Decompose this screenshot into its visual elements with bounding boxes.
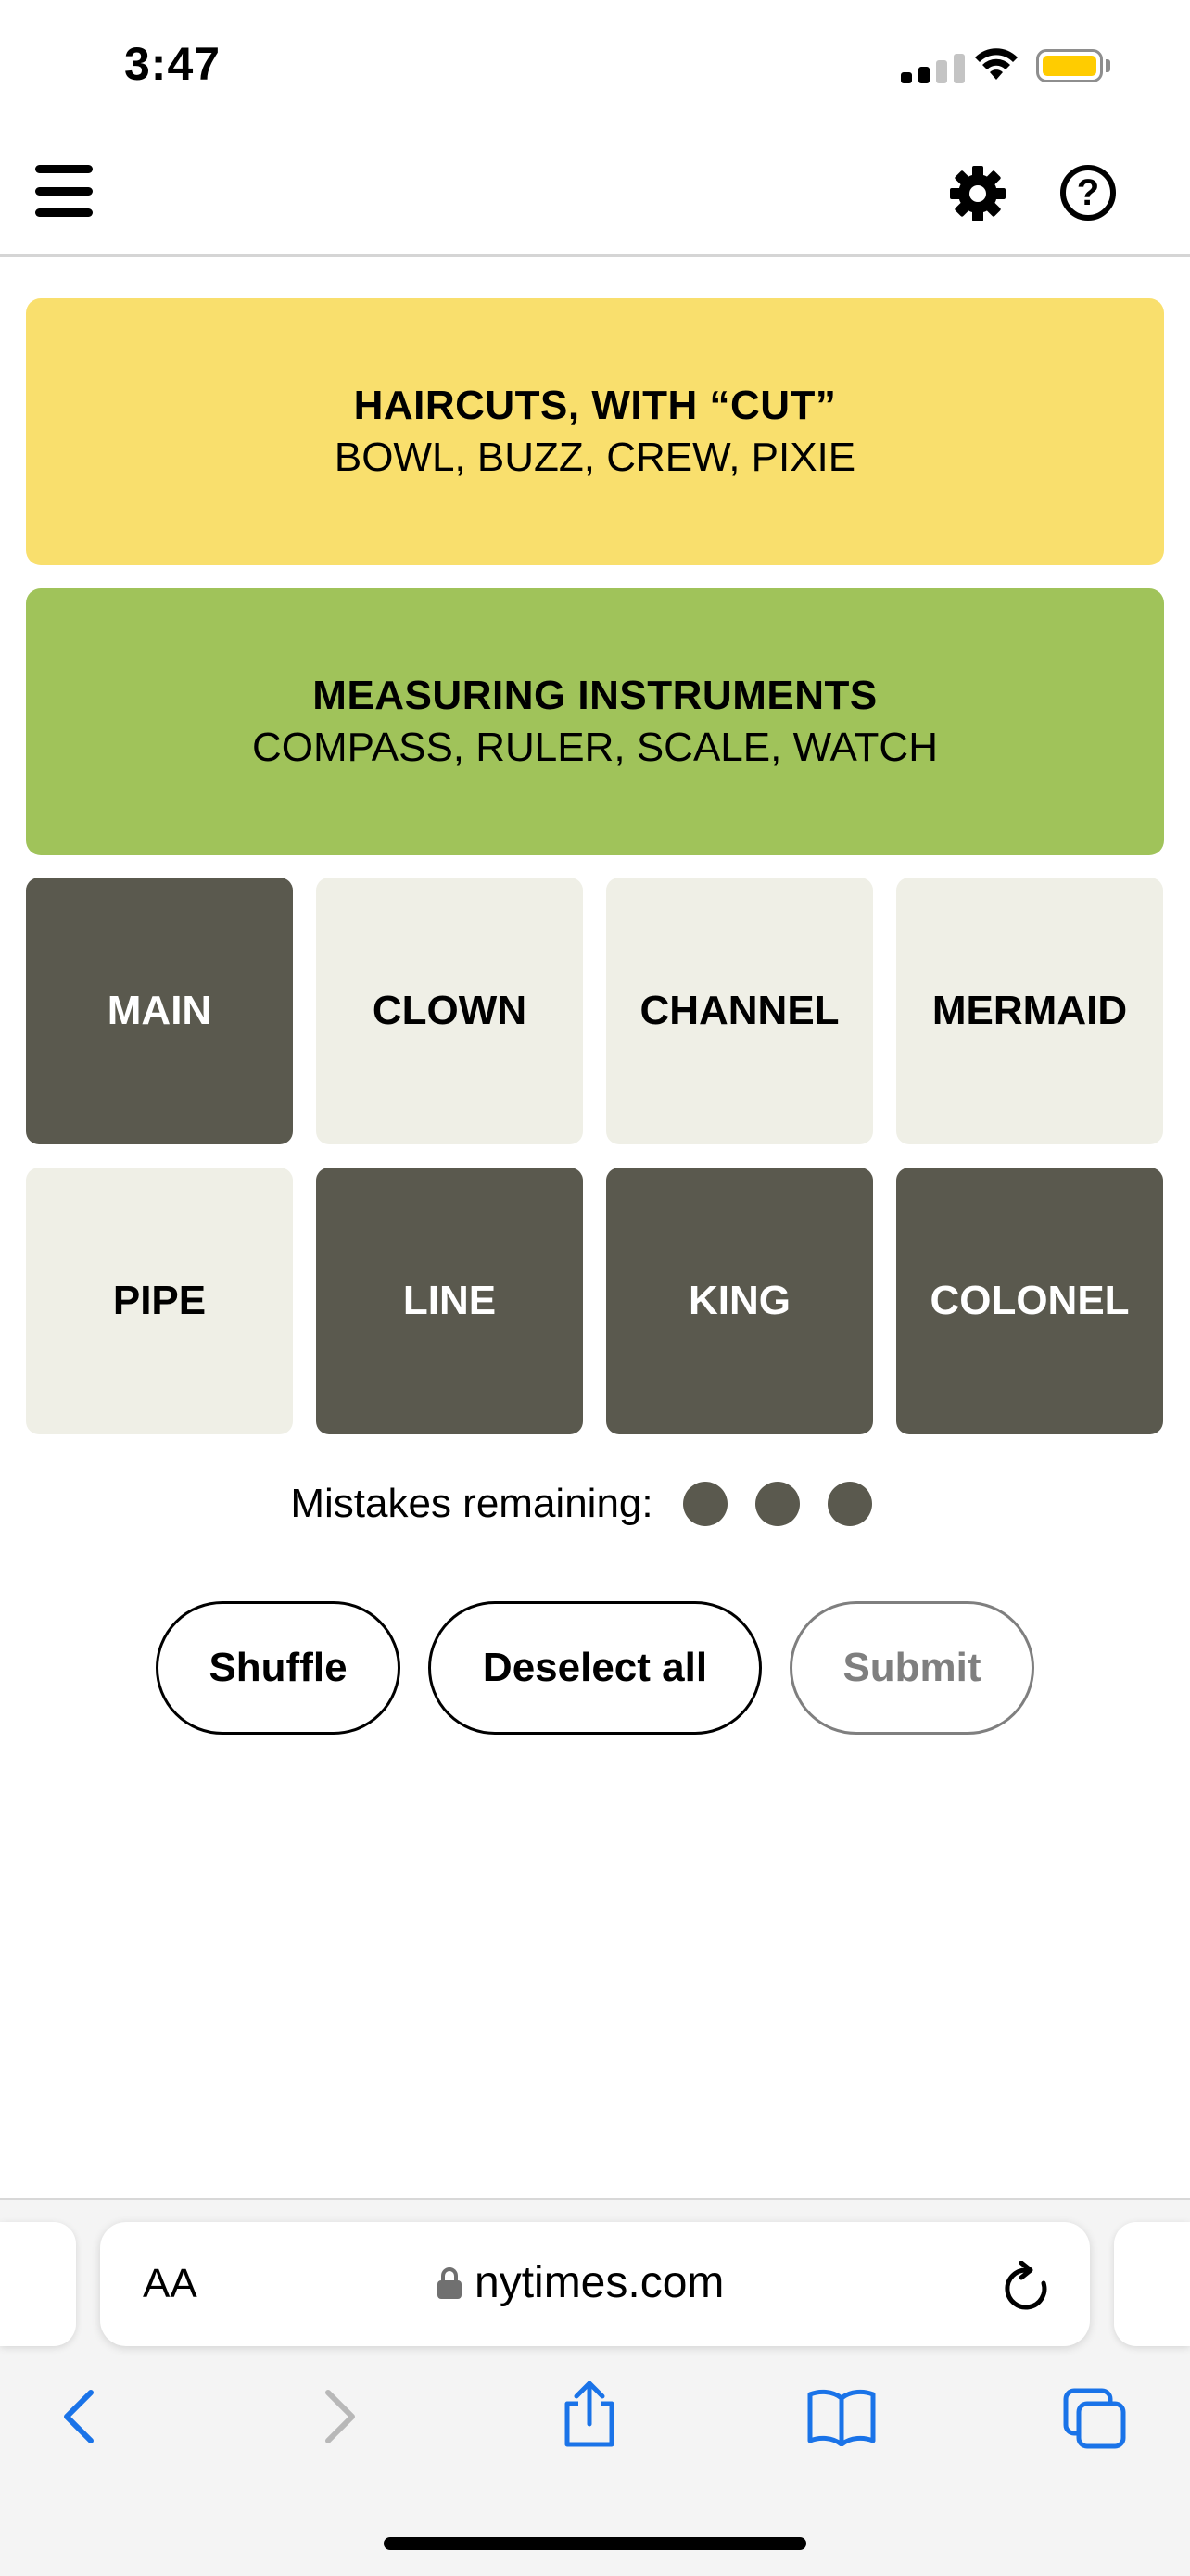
submit-button[interactable]: Submit	[790, 1601, 1034, 1735]
chevron-left-icon[interactable]	[59, 2387, 100, 2451]
word-tile[interactable]: MERMAID	[896, 878, 1163, 1144]
word-tile[interactable]: KING	[606, 1168, 873, 1434]
mistake-dots	[682, 1482, 900, 1526]
wifi-icon	[973, 44, 1019, 86]
solved-group-yellow: HAIRCUTS, WITH “CUT” BOWL, BUZZ, CREW, P…	[26, 298, 1164, 565]
url-display[interactable]: nytimes.com	[437, 2257, 724, 2308]
word-tile[interactable]: COLONEL	[896, 1168, 1163, 1434]
open-book-icon[interactable]	[806, 2387, 877, 2451]
group-title: MEASURING INSTRUMENTS	[312, 673, 878, 718]
mistakes-label: Mistakes remaining:	[290, 1481, 653, 1526]
share-icon[interactable]	[560, 2380, 619, 2453]
header-divider	[0, 254, 1190, 257]
status-time: 3:47	[124, 38, 222, 90]
tabs-icon[interactable]	[1062, 2387, 1129, 2455]
text-size-button[interactable]: AA	[143, 2261, 197, 2307]
word-tile[interactable]: LINE	[316, 1168, 583, 1434]
battery-nub	[1106, 59, 1110, 72]
text-size-label: AA	[143, 2261, 197, 2306]
home-indicator	[384, 2537, 806, 2550]
mistake-dot	[682, 1482, 728, 1526]
shuffle-button[interactable]: Shuffle	[156, 1601, 400, 1735]
battery-icon	[1036, 49, 1103, 82]
group-members: COMPASS, RULER, SCALE, WATCH	[252, 725, 938, 770]
gear-icon[interactable]	[949, 165, 1006, 227]
previous-tab-peek[interactable]	[0, 2222, 76, 2346]
mistake-dot	[827, 1482, 872, 1526]
group-members: BOWL, BUZZ, CREW, PIXIE	[334, 435, 856, 480]
hamburger-icon[interactable]	[35, 165, 93, 217]
next-tab-peek[interactable]	[1114, 2222, 1190, 2346]
question-circle-icon[interactable]: ?	[1060, 165, 1116, 221]
group-title: HAIRCUTS, WITH “CUT”	[353, 383, 837, 428]
cellular-signal-icon	[901, 54, 965, 83]
lock-icon	[437, 2267, 462, 2299]
word-tile[interactable]: CHANNEL	[606, 878, 873, 1144]
word-tile[interactable]: MAIN	[26, 878, 293, 1144]
word-tile[interactable]: PIPE	[26, 1168, 293, 1434]
domain-text: nytimes.com	[475, 2258, 725, 2307]
word-tile[interactable]: CLOWN	[316, 878, 583, 1144]
deselect-all-button[interactable]: Deselect all	[428, 1601, 762, 1735]
solved-group-green: MEASURING INSTRUMENTS COMPASS, RULER, SC…	[26, 588, 1164, 855]
mistakes-remaining: Mistakes remaining:	[0, 1481, 1190, 1527]
reload-icon[interactable]	[1003, 2260, 1051, 2317]
mistake-dot	[754, 1482, 800, 1526]
chevron-right-icon[interactable]	[319, 2387, 360, 2451]
